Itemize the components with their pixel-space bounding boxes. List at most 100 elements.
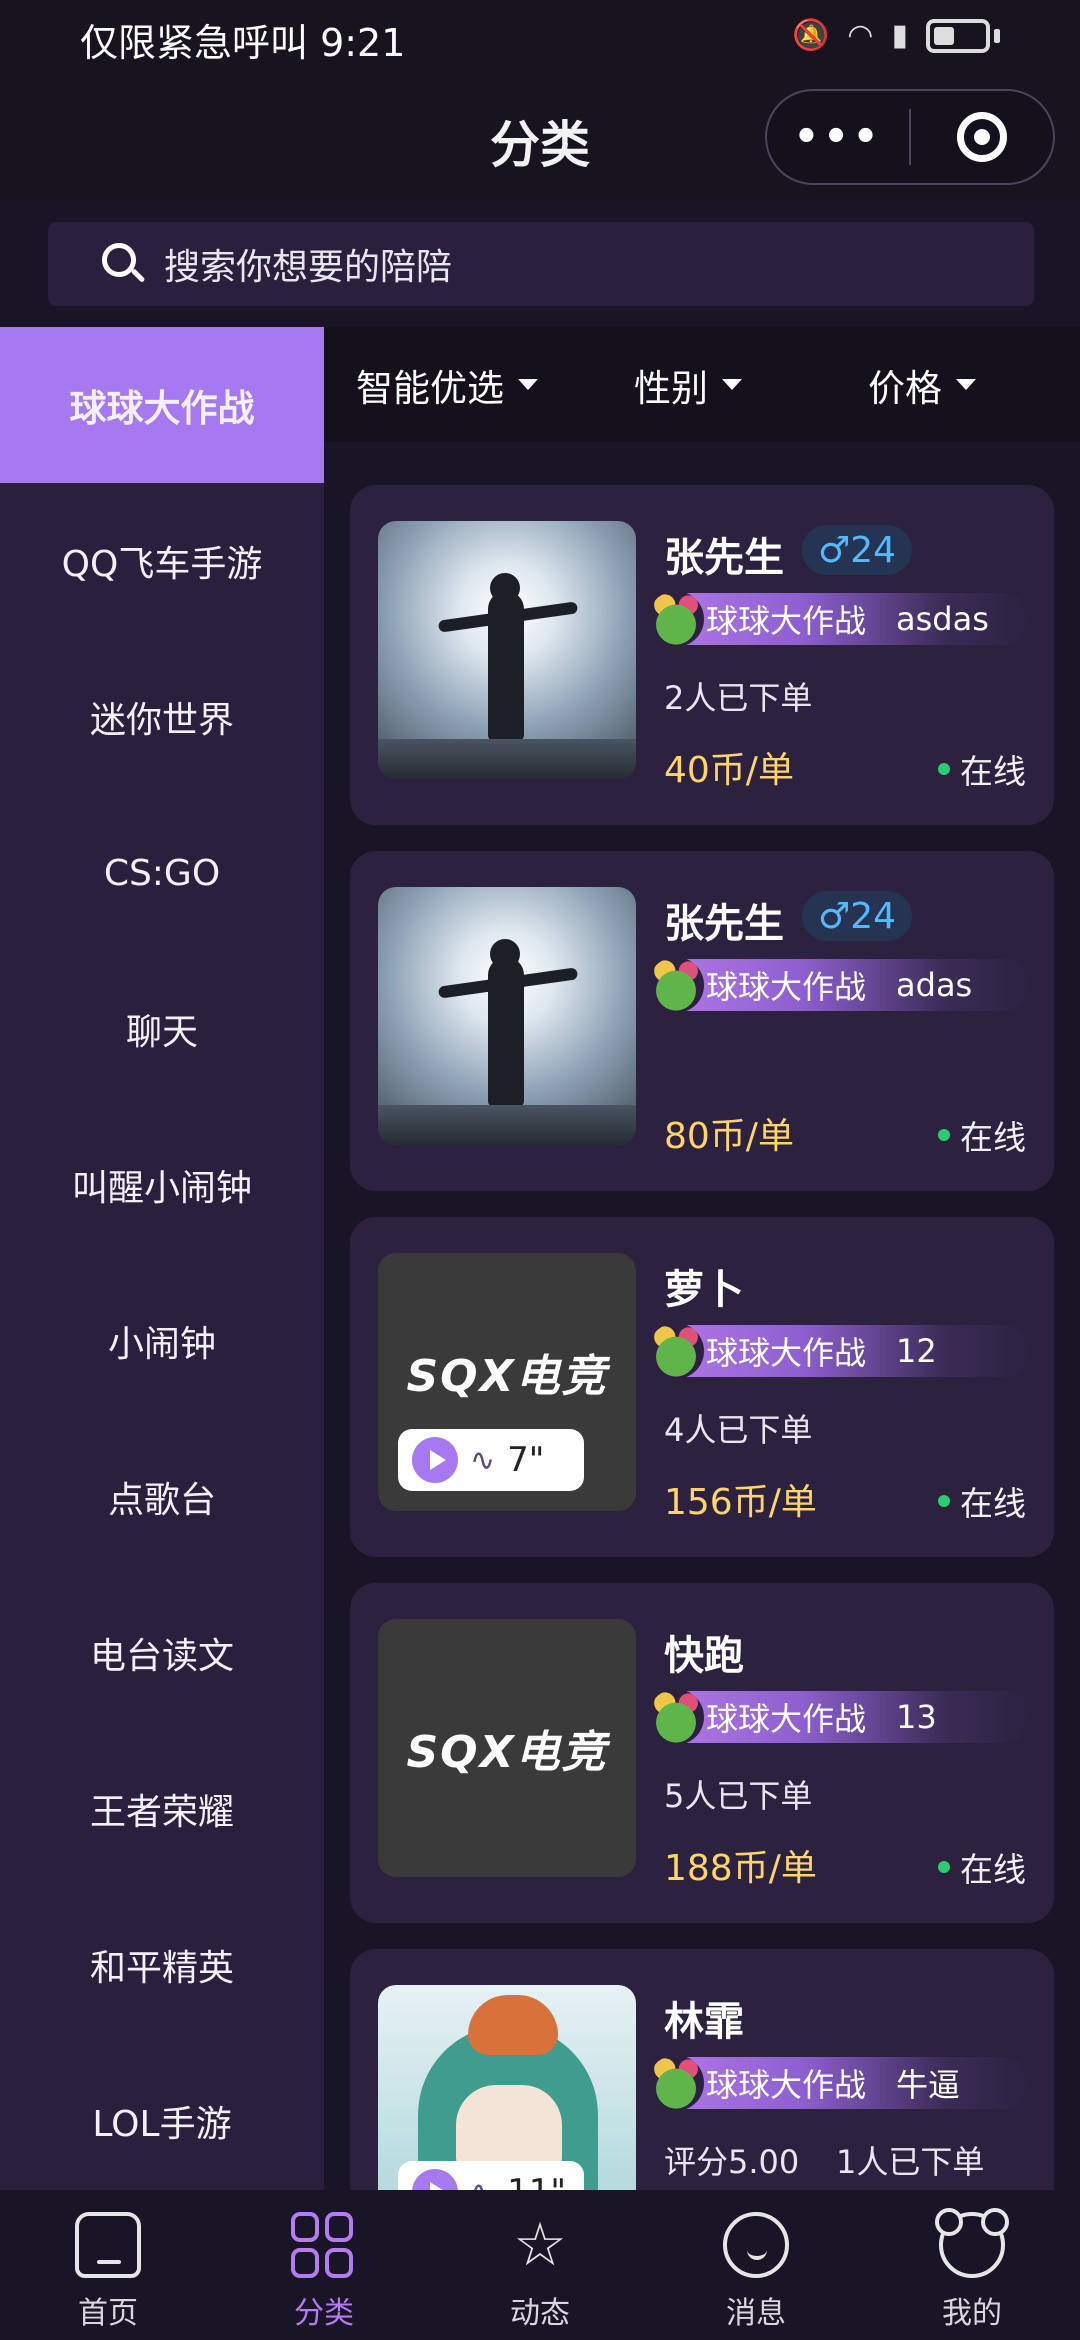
online-dot-icon bbox=[938, 763, 950, 775]
game-tag: 球球大作战 13 bbox=[648, 1689, 1030, 1745]
nav-moments[interactable]: ☆ 动态 bbox=[432, 2190, 648, 2340]
online-label: 在线 bbox=[960, 1118, 1026, 1157]
game-extra: asdas bbox=[896, 600, 989, 638]
online-status: 在线 bbox=[938, 745, 1026, 793]
voice-intro-button[interactable]: ∿ 7" bbox=[398, 1429, 584, 1491]
online-dot-icon bbox=[938, 1495, 950, 1507]
game-extra: adas bbox=[896, 966, 973, 1004]
game-name: 球球大作战 bbox=[706, 1334, 867, 1372]
caret-down-icon bbox=[518, 379, 538, 390]
gender-age-badge: ♂24 bbox=[802, 891, 913, 941]
game-name: 球球大作战 bbox=[706, 602, 867, 640]
wifi-icon: ◠ bbox=[847, 18, 874, 53]
price: 40币/单 bbox=[664, 750, 794, 791]
game-name: 球球大作战 bbox=[706, 968, 867, 1006]
status-text: 仅限紧急呼叫 9:21 bbox=[80, 21, 406, 65]
gender-age-badge: ♂24 bbox=[802, 525, 913, 575]
filter-smart-label: 智能优选 bbox=[356, 366, 504, 410]
sidebar-item-lol-mobile[interactable]: LOL手游 bbox=[0, 2043, 324, 2190]
sidebar-item-chat[interactable]: 聊天 bbox=[0, 951, 324, 1107]
filter-price[interactable]: 价格 bbox=[868, 358, 976, 412]
companion-card[interactable]: ∿ 11" 林霏 球球大作战 牛逼 评分5.00 1人已下单 bbox=[350, 1949, 1054, 2190]
rating: 评分5.00 bbox=[664, 2143, 800, 2181]
sidebar-item-mini-world[interactable]: 迷你世界 bbox=[0, 639, 324, 795]
companion-name: 张先生 bbox=[664, 535, 784, 581]
companion-name: 快跑 bbox=[664, 1633, 744, 1679]
filter-price-label: 价格 bbox=[868, 366, 942, 410]
nav-messages-label: 消息 bbox=[726, 2296, 786, 2331]
header: 分类 ••• bbox=[0, 75, 1080, 200]
battery-icon bbox=[926, 18, 990, 53]
mute-icon: 🔕 bbox=[791, 18, 830, 53]
companion-card[interactable]: 张先生 ♂24 球球大作战 adas 80币/单 在线 bbox=[350, 851, 1054, 1191]
category-sidebar: 球球大作战 QQ飞车手游 迷你世界 CS:GO 聊天 叫醒小闹钟 小闹钟 点歌台… bbox=[0, 327, 324, 2190]
search-input[interactable]: 搜索你想要的陪陪 bbox=[48, 222, 1034, 306]
order-count: 2人已下单 bbox=[664, 679, 813, 717]
signal-icon: ▮ bbox=[891, 18, 908, 53]
search-icon bbox=[102, 243, 146, 285]
voice-intro-button[interactable]: ∿ 11" bbox=[398, 2161, 584, 2190]
nav-category[interactable]: 分类 bbox=[216, 2190, 432, 2340]
game-icon bbox=[648, 1323, 704, 1379]
bottom-nav: 首页 分类 ☆ 动态 消息 我的 bbox=[0, 2190, 1080, 2340]
game-tag: 球球大作战 asdas bbox=[648, 591, 1030, 647]
nav-messages[interactable]: 消息 bbox=[648, 2190, 864, 2340]
voice-length: 7" bbox=[507, 1440, 545, 1480]
game-tag: 球球大作战 12 bbox=[648, 1323, 1030, 1379]
filter-gender-label: 性别 bbox=[634, 366, 708, 410]
nav-moments-label: 动态 bbox=[510, 2296, 570, 2331]
sidebar-item-song-request[interactable]: 点歌台 bbox=[0, 1419, 324, 1575]
sidebar-item-alarm[interactable]: 小闹钟 bbox=[0, 1263, 324, 1419]
target-icon bbox=[956, 112, 1007, 162]
status-bar: 仅限紧急呼叫 9:21 🔕 ◠ ▮ bbox=[0, 0, 1080, 75]
nav-home[interactable]: 首页 bbox=[0, 2190, 216, 2340]
more-button[interactable]: ••• bbox=[767, 91, 909, 183]
online-dot-icon bbox=[938, 1861, 950, 1873]
game-name: 球球大作战 bbox=[706, 1700, 867, 1738]
game-extra: 13 bbox=[896, 1698, 937, 1736]
game-icon bbox=[648, 591, 704, 647]
status-icons: 🔕 ◠ ▮ bbox=[792, 18, 1000, 53]
companion-card[interactable]: SQX电竞 ∿ 7" 萝卜 球球大作战 12 4人已下单 156币/单 在线 bbox=[350, 1217, 1054, 1557]
search-placeholder: 搜索你想要的陪陪 bbox=[164, 247, 453, 288]
price: 80币/单 bbox=[664, 1116, 794, 1157]
avatar bbox=[378, 521, 636, 779]
nav-category-label: 分类 bbox=[294, 2296, 354, 2331]
companion-card[interactable]: 张先生 ♂24 球球大作战 asdas 2人已下单 40币/单 在线 bbox=[350, 485, 1054, 825]
game-extra: 牛逼 bbox=[896, 2066, 961, 2104]
companion-card[interactable]: SQX电竞 快跑 球球大作战 13 5人已下单 188币/单 在线 bbox=[350, 1583, 1054, 1923]
sidebar-item-csgo[interactable]: CS:GO bbox=[0, 795, 324, 951]
nav-profile[interactable]: 我的 bbox=[864, 2190, 1080, 2340]
companion-name: 萝卜 bbox=[664, 1267, 744, 1313]
grid-icon bbox=[291, 2212, 357, 2278]
sidebar-item-qiuqiu[interactable]: 球球大作战 bbox=[0, 327, 324, 483]
chat-icon bbox=[723, 2212, 789, 2278]
sidebar-item-radio-reading[interactable]: 电台读文 bbox=[0, 1575, 324, 1731]
star-icon: ☆ bbox=[513, 2210, 567, 2280]
filter-gender[interactable]: 性别 bbox=[634, 358, 742, 412]
caret-down-icon bbox=[956, 379, 976, 390]
sidebar-item-honor-of-kings[interactable]: 王者荣耀 bbox=[0, 1731, 324, 1887]
play-icon bbox=[412, 1437, 458, 1483]
bear-icon bbox=[935, 2208, 1009, 2278]
avatar: SQX电竞 ∿ 7" bbox=[378, 1253, 636, 1511]
online-label: 在线 bbox=[960, 1850, 1026, 1889]
avatar-logo-text: SQX电竞 bbox=[406, 1727, 608, 1778]
waveform-icon: ∿ bbox=[470, 1442, 496, 1478]
order-count: 4人已下单 bbox=[664, 1411, 813, 1449]
avatar: SQX电竞 bbox=[378, 1619, 636, 1877]
online-status: 在线 bbox=[938, 1111, 1026, 1159]
filter-smart[interactable]: 智能优选 bbox=[356, 358, 538, 412]
game-tag: 球球大作战 牛逼 bbox=[648, 2055, 1030, 2111]
online-status: 在线 bbox=[938, 1477, 1026, 1525]
online-status: 在线 bbox=[938, 1843, 1026, 1891]
close-button[interactable] bbox=[911, 91, 1053, 183]
online-dot-icon bbox=[938, 1129, 950, 1141]
sidebar-item-peace-elite[interactable]: 和平精英 bbox=[0, 1887, 324, 2043]
sidebar-item-wakeup-alarm[interactable]: 叫醒小闹钟 bbox=[0, 1107, 324, 1263]
game-name: 球球大作战 bbox=[706, 2066, 867, 2104]
waveform-icon: ∿ bbox=[470, 2175, 495, 2191]
companion-name: 张先生 bbox=[664, 901, 784, 947]
home-icon bbox=[75, 2212, 141, 2278]
sidebar-item-qqfeiche[interactable]: QQ飞车手游 bbox=[0, 483, 324, 639]
